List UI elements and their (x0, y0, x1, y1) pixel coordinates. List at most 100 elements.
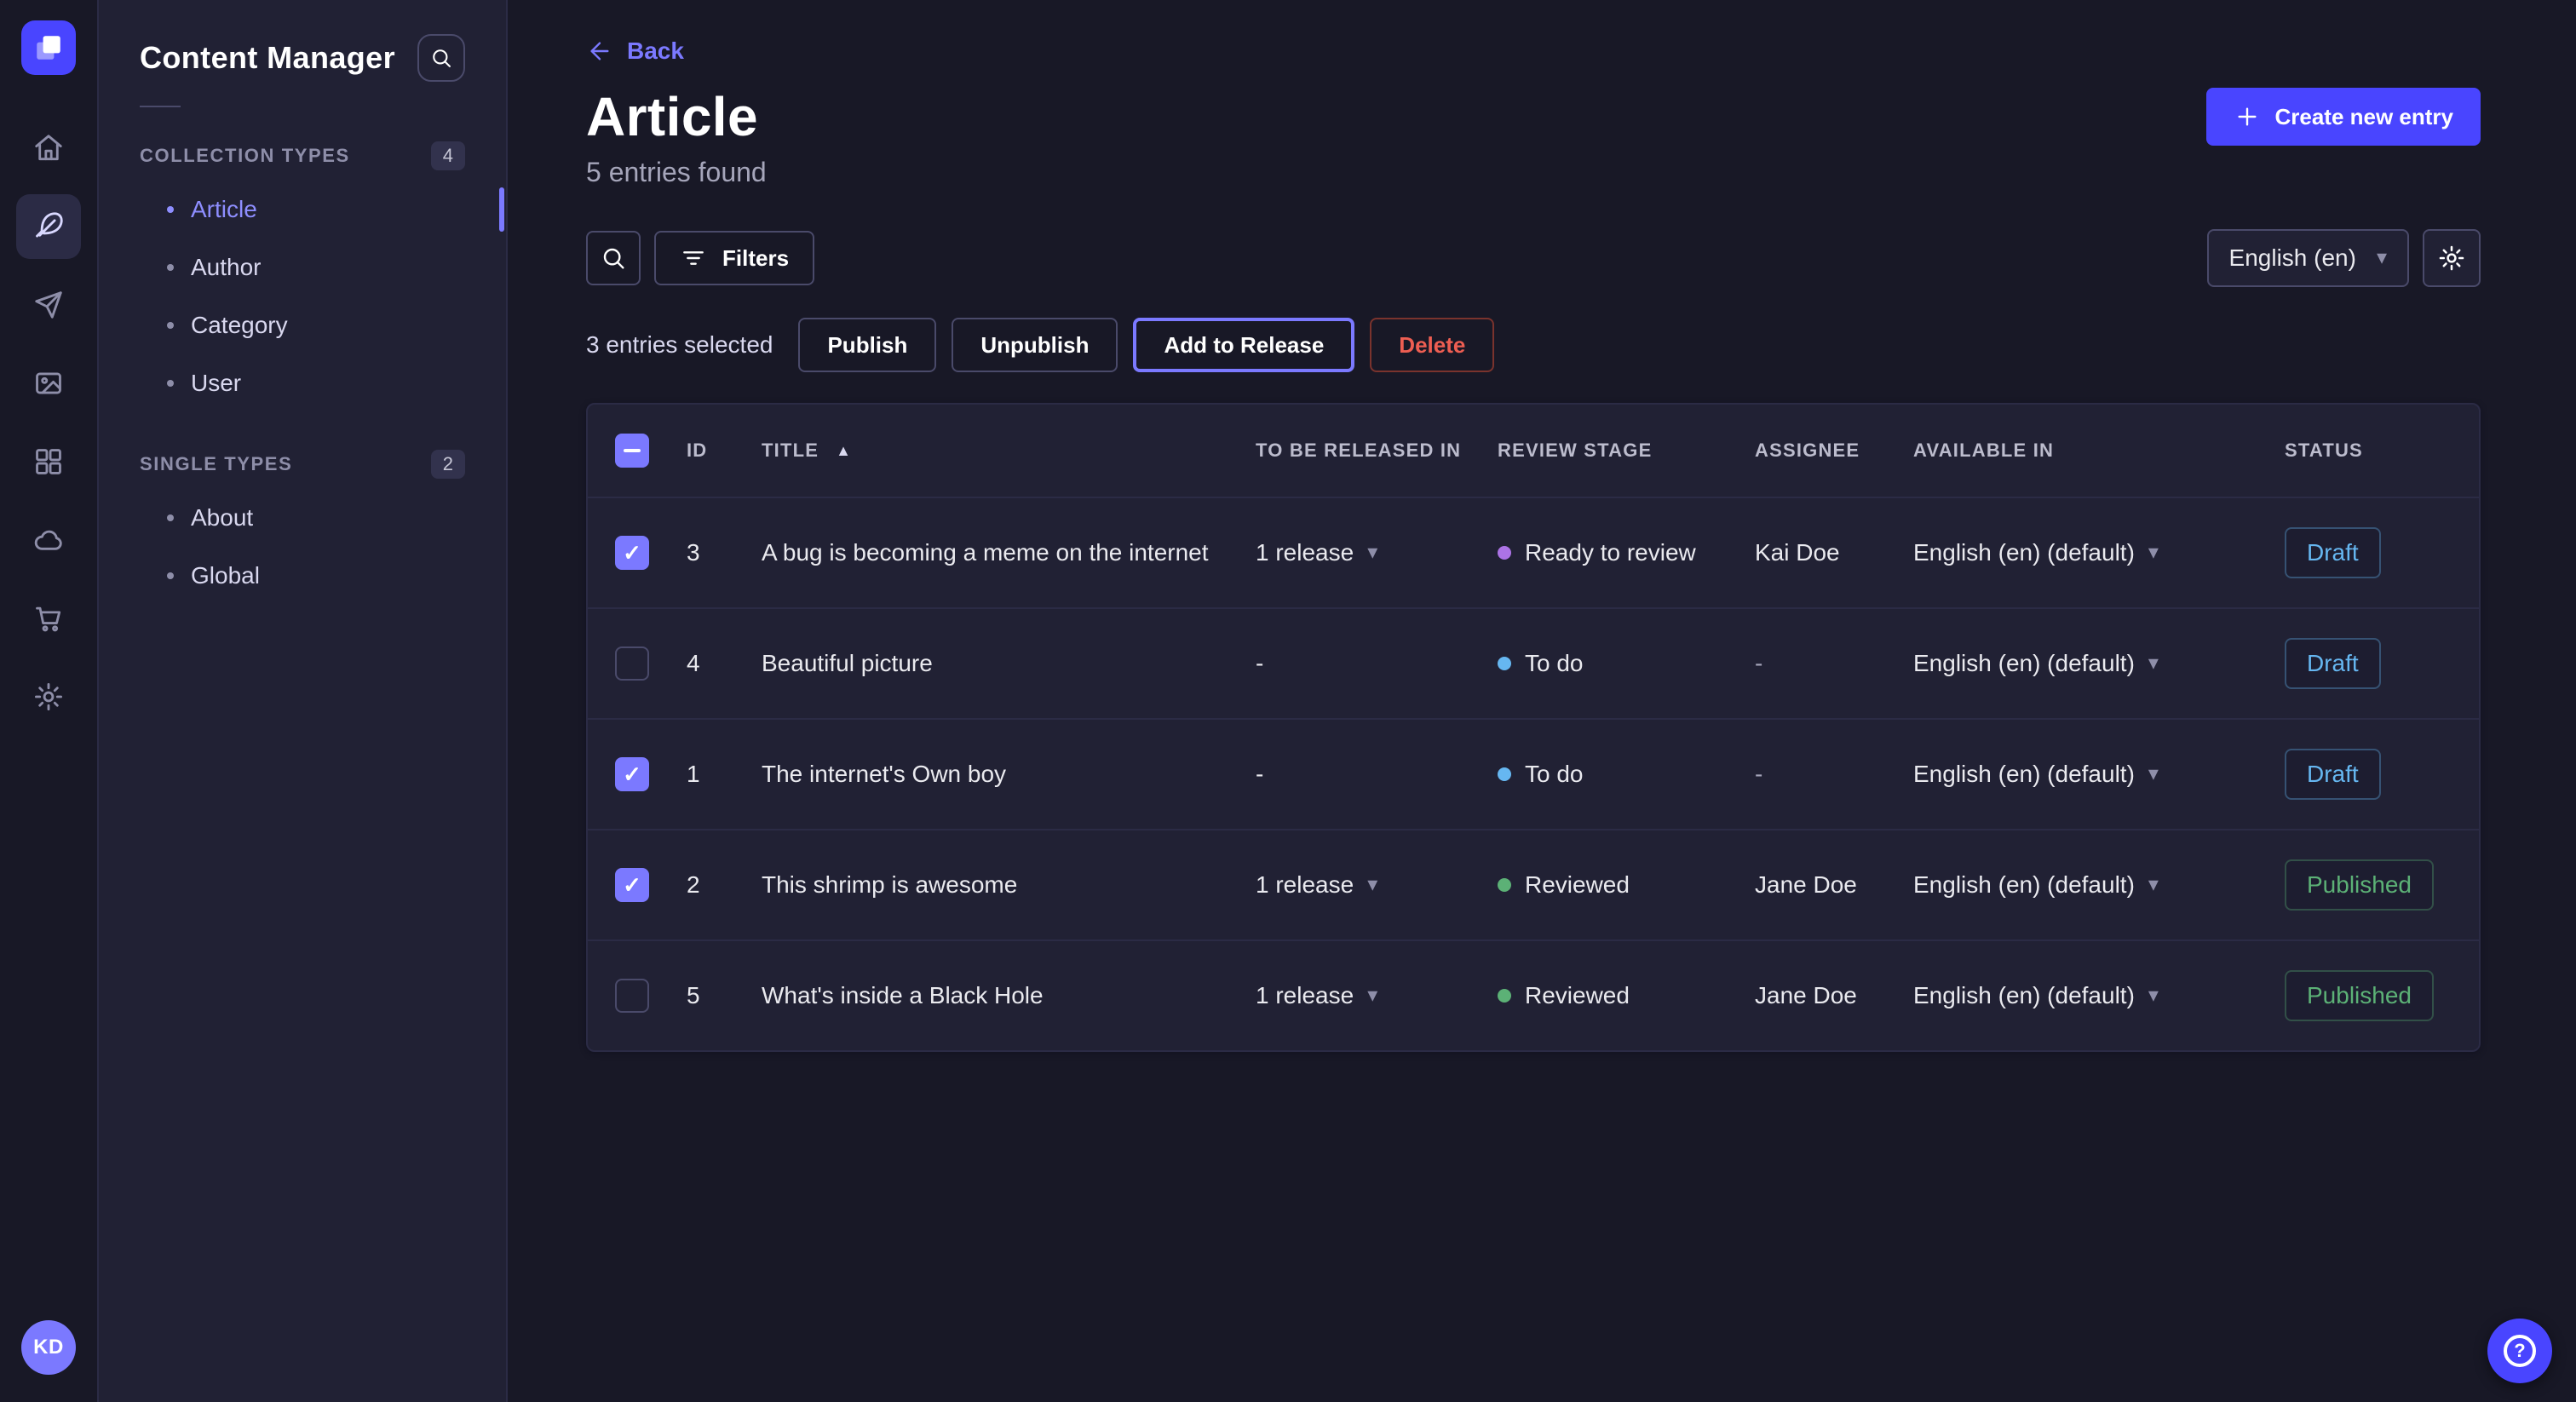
sidebar-item-global[interactable]: Global (140, 547, 465, 605)
filters-button[interactable]: Filters (654, 231, 814, 285)
question-mark-icon (2504, 1335, 2536, 1367)
sidebar-item-category[interactable]: Category (140, 296, 465, 354)
table-row[interactable]: 2 This shrimp is awesome 1 release Revie… (588, 829, 2479, 939)
locale-cell-value: English (en) (default) (1913, 539, 2135, 566)
title-column-label: TITLE (762, 440, 819, 462)
unpublish-button[interactable]: Unpublish (952, 318, 1118, 372)
add-to-release-button[interactable]: Add to Release (1133, 318, 1354, 372)
settings-gear-nav-button[interactable] (16, 664, 81, 729)
row-review-stage: Reviewed (1525, 982, 1630, 1009)
table-row[interactable]: 5 What's inside a Black Hole 1 release R… (588, 939, 2479, 1050)
sidebar-item-about[interactable]: About (140, 489, 465, 547)
user-avatar[interactable]: KD (21, 1320, 76, 1375)
entries-table: ID TITLE TO BE RELEASED IN REVIEW STAGE … (586, 403, 2481, 1052)
column-header-assignee[interactable]: ASSIGNEE (1755, 440, 1913, 462)
releases-nav-button[interactable] (16, 273, 81, 337)
row-checkbox[interactable] (615, 757, 649, 791)
strapi-logo[interactable] (21, 20, 76, 75)
chevron-down-icon (2148, 985, 2159, 1006)
status-badge: Published (2285, 859, 2434, 911)
table-header-row: ID TITLE TO BE RELEASED IN REVIEW STAGE … (588, 405, 2479, 497)
create-new-entry-button[interactable]: Create new entry (2206, 88, 2481, 146)
page-title: Article (586, 85, 758, 148)
deploy-cloud-icon (32, 524, 65, 556)
row-locale[interactable]: English (en) (default) (1913, 539, 2285, 566)
review-stage-dot (1498, 767, 1511, 781)
column-header-id[interactable]: ID (687, 440, 762, 462)
row-assignee: Kai Doe (1755, 539, 1913, 566)
row-assignee: Jane Doe (1755, 982, 1913, 1009)
home-nav-button[interactable] (16, 116, 81, 181)
search-button[interactable] (586, 231, 641, 285)
sidebar-item-label: Category (191, 312, 288, 339)
sidebar-section-header: SINGLE TYPES2 (140, 440, 465, 489)
column-header-status[interactable]: STATUS (2285, 440, 2462, 462)
row-locale[interactable]: English (en) (default) (1913, 982, 2285, 1009)
sidebar-item-article[interactable]: Article (140, 181, 465, 238)
select-all-checkbox[interactable] (615, 434, 649, 468)
row-title: The internet's Own boy (762, 761, 1256, 788)
row-title: This shrimp is awesome (762, 871, 1256, 899)
row-checkbox[interactable] (615, 979, 649, 1013)
entries-count: 5 entries found (586, 157, 2481, 188)
row-locale[interactable]: English (en) (default) (1913, 650, 2285, 677)
locale-cell-value: English (en) (default) (1913, 871, 2135, 899)
row-locale[interactable]: English (en) (default) (1913, 871, 2285, 899)
review-stage-dot (1498, 546, 1511, 560)
row-checkbox[interactable] (615, 536, 649, 570)
back-link[interactable]: Back (586, 37, 684, 65)
home-icon (32, 132, 65, 164)
column-header-title[interactable]: TITLE (762, 440, 1256, 462)
release-value: - (1256, 650, 1263, 677)
marketplace-cart-nav-button[interactable] (16, 586, 81, 651)
row-release[interactable]: 1 release (1256, 871, 1498, 899)
row-checkbox[interactable] (615, 646, 649, 681)
sidebar-item-label: Article (191, 196, 257, 223)
publish-button[interactable]: Publish (798, 318, 936, 372)
help-button[interactable] (2487, 1319, 2552, 1383)
release-value: 1 release (1256, 539, 1354, 566)
row-release[interactable]: - (1256, 650, 1498, 677)
column-header-review-stage[interactable]: REVIEW STAGE (1498, 440, 1755, 462)
sidebar-title: Content Manager (140, 40, 395, 76)
status-badge: Draft (2285, 638, 2381, 689)
status-badge: Draft (2285, 749, 2381, 800)
row-release[interactable]: 1 release (1256, 539, 1498, 566)
main-content: Back Article Create new entry 5 entries … (508, 0, 2576, 1402)
release-value: 1 release (1256, 871, 1354, 899)
bullet-icon (167, 572, 174, 579)
table-row[interactable]: 1 The internet's Own boy - To do - Engli… (588, 718, 2479, 829)
locale-cell-value: English (en) (default) (1913, 982, 2135, 1009)
table-row[interactable]: 3 A bug is becoming a meme on the intern… (588, 497, 2479, 607)
bullet-icon (167, 264, 174, 271)
deploy-cloud-nav-button[interactable] (16, 508, 81, 572)
gear-icon (2437, 244, 2466, 273)
row-checkbox[interactable] (615, 868, 649, 902)
sidebar-search-button[interactable] (417, 34, 465, 82)
delete-button[interactable]: Delete (1370, 318, 1494, 372)
plus-icon (2234, 103, 2261, 130)
row-release[interactable]: 1 release (1256, 982, 1498, 1009)
content-manager-nav-button[interactable] (16, 194, 81, 259)
app-window: KD Content Manager COLLECTION TYPES4Arti… (0, 0, 2576, 1402)
marketplace-cart-icon (32, 602, 65, 635)
row-id: 1 (687, 761, 762, 788)
view-settings-button[interactable] (2423, 229, 2481, 287)
content-manager-sidebar: Content Manager COLLECTION TYPES4Article… (99, 0, 508, 1402)
list-toolbar: Filters English (en) (586, 229, 2481, 287)
sidebar-item-user[interactable]: User (140, 354, 465, 412)
column-header-available-in[interactable]: AVAILABLE IN (1913, 440, 2285, 462)
row-review-stage: Reviewed (1525, 871, 1630, 899)
row-locale[interactable]: English (en) (default) (1913, 761, 2285, 788)
chevron-down-icon (2377, 248, 2387, 268)
column-header-release[interactable]: TO BE RELEASED IN (1256, 440, 1498, 462)
content-type-builder-icon (32, 445, 65, 478)
filter-icon (680, 244, 707, 272)
sidebar-item-author[interactable]: Author (140, 238, 465, 296)
media-library-nav-button[interactable] (16, 351, 81, 416)
row-release[interactable]: - (1256, 761, 1498, 788)
content-type-builder-nav-button[interactable] (16, 429, 81, 494)
media-library-icon (32, 367, 65, 399)
table-row[interactable]: 4 Beautiful picture - To do - English (e… (588, 607, 2479, 718)
locale-select[interactable]: English (en) (2207, 229, 2409, 287)
